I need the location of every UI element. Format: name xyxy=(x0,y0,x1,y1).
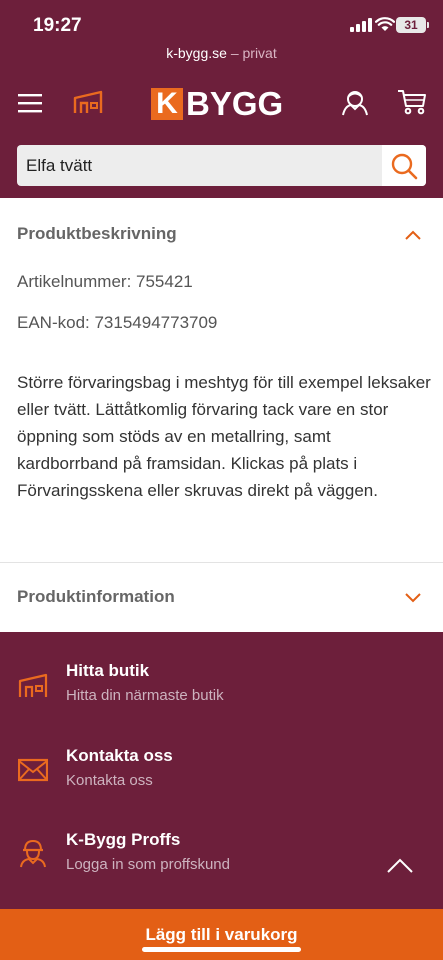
cellular-signal-icon xyxy=(350,18,372,32)
home-indicator xyxy=(142,947,301,952)
cart-icon[interactable] xyxy=(397,88,427,116)
kbygg-proffs-link[interactable]: K-Bygg Proffs xyxy=(66,830,180,850)
scroll-to-top-icon[interactable] xyxy=(387,857,413,873)
kbygg-logo[interactable]: K BYGG xyxy=(151,85,284,122)
url-domain: k-bygg.se xyxy=(166,45,227,61)
section-divider xyxy=(0,562,443,563)
chevron-up-icon[interactable] xyxy=(405,230,421,240)
worker-icon xyxy=(20,839,46,868)
status-bar: 19:27 31 xyxy=(0,0,443,44)
kbygg-proffs-subtitle: Logga in som proffskund xyxy=(66,856,230,873)
browser-url[interactable]: k-bygg.se – privat xyxy=(0,45,443,61)
contact-us-link[interactable]: Kontakta oss xyxy=(66,746,173,766)
status-time: 19:27 xyxy=(33,15,82,36)
ean-code: EAN-kod: 7315494773709 xyxy=(17,313,218,332)
find-store-link[interactable]: Hitta butik xyxy=(66,661,149,681)
wifi-icon xyxy=(375,17,395,31)
store-icon[interactable] xyxy=(73,89,103,115)
logo-text: BYGG xyxy=(186,85,284,122)
battery-icon: 31 xyxy=(396,17,429,33)
search-bar[interactable]: Elfa tvätt × xyxy=(17,145,426,186)
description-title[interactable]: Produktbeskrivning xyxy=(17,224,177,244)
find-store-subtitle: Hitta din närmaste butik xyxy=(66,687,224,704)
chevron-down-icon[interactable] xyxy=(405,593,421,603)
add-to-cart-button[interactable]: Lägg till i varukorg xyxy=(0,909,443,960)
store-icon xyxy=(18,673,48,697)
menu-icon[interactable] xyxy=(18,93,42,113)
logo-mark: K xyxy=(151,88,183,120)
search-input[interactable]: Elfa tvätt xyxy=(26,156,92,176)
contact-us-subtitle: Kontakta oss xyxy=(66,772,153,789)
article-number: Artikelnummer: 755421 xyxy=(17,272,193,291)
search-button[interactable] xyxy=(382,145,426,186)
site-header: 19:27 31 k-bygg.se – privat K BYGG Elfa … xyxy=(0,0,443,198)
product-information-title[interactable]: Produktinformation xyxy=(17,587,175,607)
product-description-text: Större förvaringsbag i meshtyg för till … xyxy=(17,373,431,500)
mail-icon xyxy=(18,758,48,782)
search-icon xyxy=(391,153,418,180)
url-mode: – privat xyxy=(226,45,277,61)
user-icon[interactable] xyxy=(340,88,370,116)
